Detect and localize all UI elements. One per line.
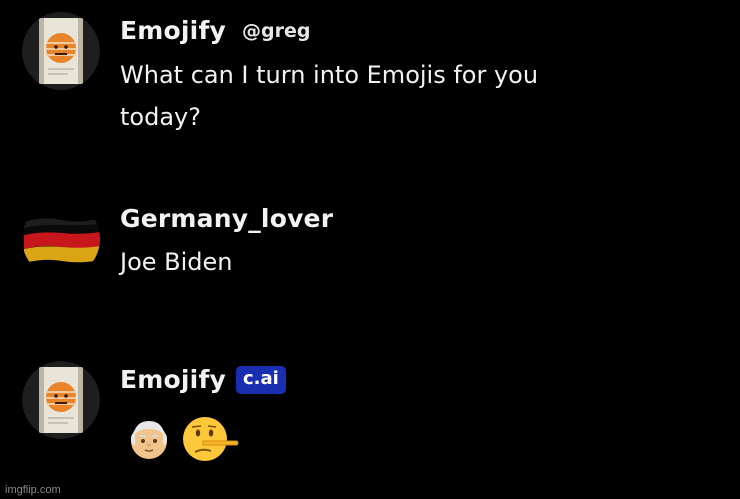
emoji-reply	[125, 415, 241, 463]
sender-name[interactable]: Emojify	[120, 16, 226, 45]
chat-message: Germany_lover Joe Biden	[22, 200, 722, 280]
user-handle: @greg	[242, 19, 311, 42]
message-text: What can I turn into Emojis for you toda…	[120, 61, 539, 131]
germany-flag-avatar[interactable]	[22, 200, 100, 278]
sender-name[interactable]: Germany_lover	[120, 204, 333, 233]
emojify-avatar[interactable]	[22, 12, 100, 90]
cai-badge: c.ai	[236, 365, 286, 394]
sender-name[interactable]: Emojify	[120, 365, 226, 394]
lying-face-emoji-icon	[183, 417, 239, 461]
emojify-avatar[interactable]	[22, 361, 100, 439]
chat-message: Emojify c.ai	[22, 361, 722, 471]
chat-message: Emojify @greg What can I turn into Emoji…	[22, 12, 722, 131]
watermark: imgflip.com	[5, 484, 61, 496]
old-man-emoji-icon	[131, 421, 167, 459]
message-text: Joe Biden	[120, 248, 233, 276]
